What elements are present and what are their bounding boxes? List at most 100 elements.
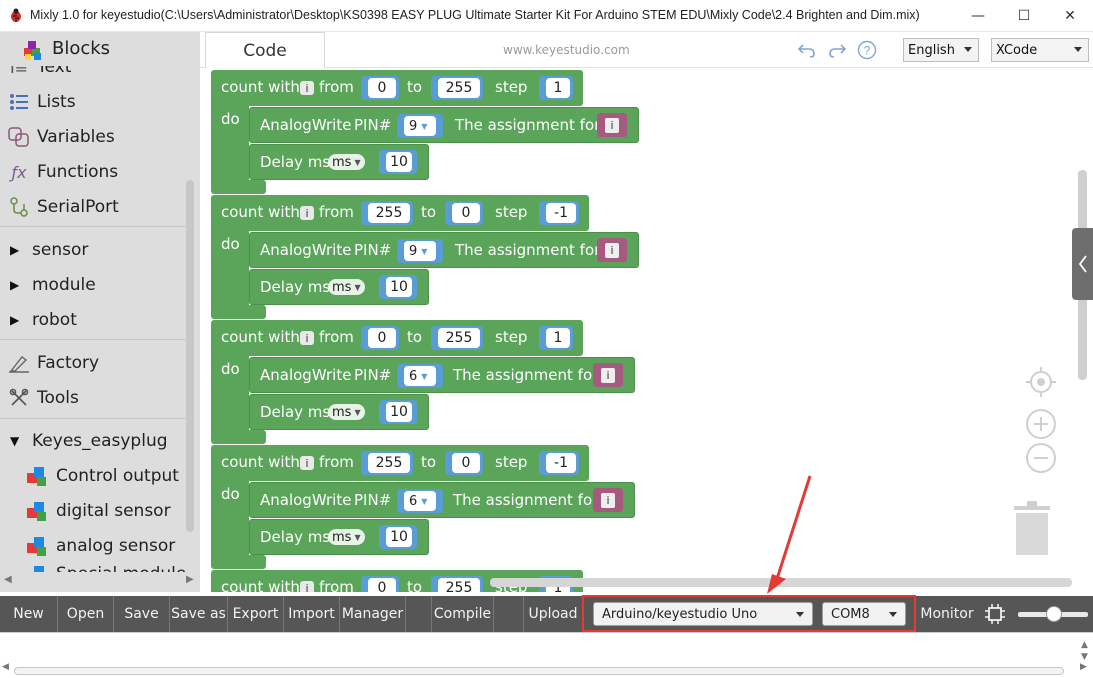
sidebar-item-factory[interactable]: Factory	[6, 348, 99, 378]
loop-variable[interactable]: i	[300, 206, 314, 220]
console-horizontal-scrollbar[interactable]	[14, 667, 1064, 675]
delay-input[interactable]: 10	[386, 402, 412, 422]
collapse-panel-handle[interactable]	[1072, 228, 1093, 300]
to-input[interactable]: 0	[452, 453, 480, 473]
count-with-label: count with	[221, 578, 300, 592]
sidebar-item-sensor[interactable]: ▶ sensor	[6, 235, 88, 265]
assignment-label: The assignment for	[453, 491, 599, 509]
sidebar-item-robot[interactable]: ▶ robot	[6, 305, 77, 335]
assignment-variable[interactable]: i	[597, 238, 627, 262]
count-loop-block[interactable]: count with i from 255 to 0 step -1 do AnalogWrite…	[211, 195, 641, 320]
expand-triangle-icon: ▶	[10, 278, 20, 292]
step-input[interactable]: 1	[546, 328, 570, 348]
sidebar-scrollbar[interactable]	[186, 180, 194, 532]
sidebar-item-serialport[interactable]: SerialPort	[6, 192, 119, 222]
redo-icon[interactable]	[827, 40, 847, 60]
from-label: from	[319, 78, 354, 96]
count-loop-block[interactable]: count with i from 0 to 255 step 1 do AnalogWrite P…	[211, 70, 641, 195]
from-input[interactable]: 0	[368, 78, 396, 98]
unit-dropdown[interactable]: ms ▼	[328, 529, 365, 545]
assignment-variable[interactable]: i	[593, 488, 623, 512]
scroll-left-icon[interactable]: ◀	[2, 662, 9, 672]
upload-button[interactable]: Upload	[524, 596, 582, 632]
sidebar-item-control-output[interactable]: Control output	[24, 461, 179, 491]
pin-dropdown[interactable]: 6 ▼	[404, 491, 436, 511]
sidebar-item-lists[interactable]: Lists	[6, 87, 76, 117]
step-input[interactable]: -1	[546, 453, 576, 473]
tab-blocks[interactable]: Blocks	[0, 32, 200, 66]
scroll-down-icon[interactable]: ▼	[1081, 652, 1088, 662]
to-input[interactable]: 0	[452, 203, 480, 223]
from-input[interactable]: 0	[368, 328, 396, 348]
sidebar-item-digital-sensor[interactable]: digital sensor	[24, 496, 171, 526]
delay-input[interactable]: 10	[386, 277, 412, 297]
unit-dropdown[interactable]: ms ▼	[328, 279, 365, 295]
delay-input[interactable]: 10	[386, 152, 412, 172]
loop-variable[interactable]: i	[300, 331, 314, 345]
theme-select[interactable]: XCode	[991, 38, 1089, 62]
sidebar-item-functions[interactable]: ƒx Functions	[6, 157, 118, 187]
expand-triangle-icon: ▶	[10, 313, 20, 327]
count-loop-block[interactable]: count with i from 0 to 255 step 1 do AnalogWrite P…	[211, 320, 641, 445]
loop-variable[interactable]: i	[300, 581, 314, 592]
unit-dropdown[interactable]: ms ▼	[328, 154, 365, 170]
recenter-icon[interactable]	[1025, 366, 1057, 398]
count-loop-block[interactable]: count with i from 255 to 0 step -1 do AnalogWrite…	[211, 445, 641, 570]
scroll-right-icon[interactable]: ▶	[186, 574, 194, 585]
export-button[interactable]: Export	[228, 596, 284, 632]
open-button[interactable]: Open	[58, 596, 114, 632]
chevron-left-icon	[1078, 255, 1087, 273]
to-input[interactable]: 255	[438, 78, 480, 98]
step-input[interactable]: -1	[546, 203, 576, 223]
scroll-right-icon[interactable]: ▶	[1080, 662, 1087, 672]
variable-name: i	[605, 117, 619, 133]
help-icon[interactable]: ?	[857, 40, 877, 60]
module-icon	[24, 465, 50, 487]
assignment-label: The assignment for	[455, 116, 601, 134]
trash-icon[interactable]	[1012, 500, 1052, 556]
size-slider-handle[interactable]	[1046, 606, 1062, 622]
monitor-button[interactable]: Monitor	[918, 596, 976, 632]
manager-button[interactable]: Manager	[340, 596, 406, 632]
language-select[interactable]: English	[903, 38, 979, 62]
save-as-button[interactable]: Save as	[170, 596, 228, 632]
assignment-variable[interactable]: i	[597, 113, 627, 137]
zoom-out-icon[interactable]	[1025, 442, 1057, 474]
from-input[interactable]: 255	[368, 453, 410, 473]
variable-name: i	[601, 492, 615, 508]
sidebar-horizontal-scrollbar[interactable]	[0, 572, 200, 590]
loop-variable[interactable]: i	[300, 81, 314, 95]
tab-code[interactable]: Code	[205, 32, 325, 68]
zoom-in-icon[interactable]	[1025, 408, 1057, 440]
unit-dropdown[interactable]: ms ▼	[328, 404, 365, 420]
delay-input[interactable]: 10	[386, 527, 412, 547]
pin-dropdown[interactable]: 6 ▼	[404, 366, 436, 386]
undo-icon[interactable]	[797, 40, 817, 60]
to-input[interactable]: 255	[438, 578, 480, 592]
close-button[interactable]: ✕	[1047, 0, 1093, 32]
chip-icon[interactable]	[984, 603, 1006, 625]
site-link[interactable]: www.keyestudio.com	[503, 43, 630, 57]
workspace-horizontal-scrollbar[interactable]	[490, 578, 1072, 587]
sidebar-item-analog-sensor[interactable]: analog sensor	[24, 531, 175, 561]
compile-button[interactable]: Compile	[432, 596, 494, 632]
save-button[interactable]: Save	[114, 596, 170, 632]
sidebar-item-module[interactable]: ▶ module	[6, 270, 96, 300]
assignment-variable[interactable]: i	[593, 363, 623, 387]
scroll-left-icon[interactable]: ◀	[4, 574, 12, 585]
pin-dropdown[interactable]: 9 ▼	[404, 241, 436, 261]
loop-variable[interactable]: i	[300, 456, 314, 470]
from-input[interactable]: 255	[368, 203, 410, 223]
minimize-button[interactable]: —	[955, 0, 1001, 32]
sidebar-item-keyes-easyplug[interactable]: ▼ Keyes_easyplug	[6, 426, 168, 456]
sidebar-item-tools[interactable]: Tools	[6, 383, 79, 413]
scroll-up-icon[interactable]: ▲	[1081, 640, 1088, 650]
to-input[interactable]: 255	[438, 328, 480, 348]
maximize-button[interactable]: ☐	[1001, 0, 1047, 32]
step-input[interactable]: 1	[546, 78, 570, 98]
from-input[interactable]: 0	[368, 578, 396, 592]
import-button[interactable]: Import	[284, 596, 340, 632]
new-button[interactable]: New	[0, 596, 58, 632]
pin-dropdown[interactable]: 9 ▼	[404, 116, 436, 136]
sidebar-item-variables[interactable]: Variables	[6, 122, 115, 152]
